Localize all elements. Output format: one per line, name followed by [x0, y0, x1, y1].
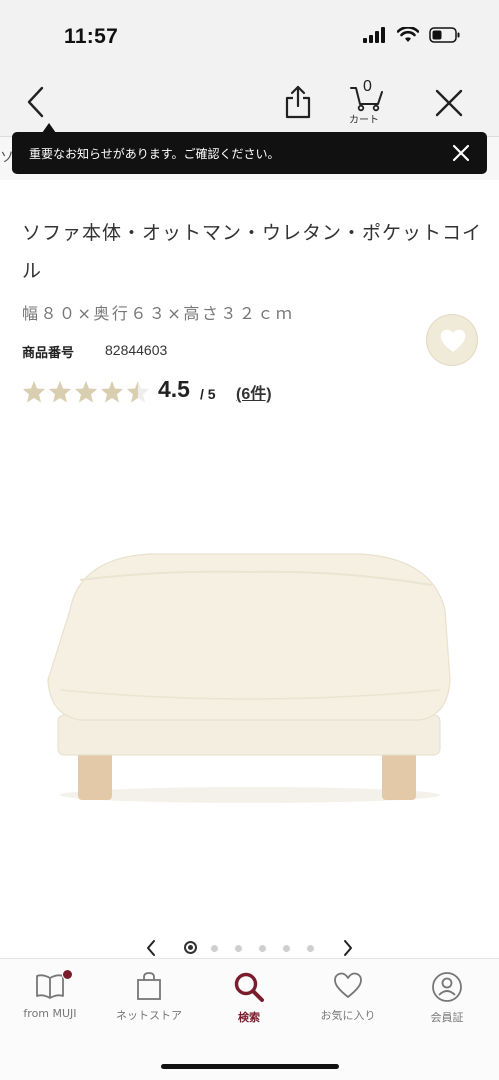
tab-label: お気に入り	[320, 1009, 376, 1022]
tab-from-muji[interactable]: from MUJI	[0, 969, 100, 1031]
star-icon	[23, 381, 45, 403]
close-icon	[435, 89, 463, 117]
home-indicator	[161, 1064, 339, 1069]
pager-dot[interactable]	[234, 945, 242, 952]
star-icon	[49, 381, 71, 403]
share-icon	[285, 85, 311, 119]
search-icon	[234, 972, 264, 1002]
heart-icon	[440, 329, 466, 352]
chevron-right-icon	[344, 940, 352, 956]
tab-favorites[interactable]: お気に入り	[298, 971, 398, 1031]
wifi-icon	[397, 27, 419, 42]
pager-next-button[interactable]	[340, 938, 356, 958]
favorite-button[interactable]	[426, 314, 478, 366]
battery-icon	[429, 27, 460, 43]
heart-icon	[334, 972, 362, 998]
chevron-left-icon	[147, 940, 155, 956]
close-button[interactable]	[432, 86, 466, 120]
chevron-left-icon	[27, 86, 44, 118]
product-title: ソファ本体・オットマン・ウレタン・ポケットコイル	[22, 222, 483, 282]
product-image[interactable]	[40, 540, 460, 810]
cart-icon	[350, 87, 383, 112]
member-icon	[432, 972, 462, 1002]
cellular-signal-icon	[363, 27, 385, 43]
product-size: 幅８０×奥行６３×高さ３２ｃｍ	[22, 304, 295, 323]
tab-label: from MUJI	[23, 1007, 77, 1020]
back-button[interactable]	[20, 84, 52, 120]
rating-value: 4.5	[158, 376, 190, 402]
pager-dot[interactable]	[258, 945, 266, 952]
notice-banner[interactable]: 重要なお知らせがあります。ご確認ください。	[12, 123, 487, 174]
cart-button[interactable]: 0 カート	[346, 78, 390, 128]
close-icon	[452, 144, 470, 162]
notification-badge	[62, 969, 73, 980]
notice-text: 重要なお知らせがあります。ご確認ください。	[29, 147, 280, 161]
rating-max: / 5	[200, 386, 216, 402]
status-time: 11:57	[64, 25, 119, 48]
notice-arrow	[42, 123, 56, 133]
rating-stars	[22, 380, 150, 403]
half-star-icon	[127, 381, 149, 403]
tab-net-store[interactable]: ネットストア	[99, 971, 199, 1031]
star-icon	[101, 381, 123, 403]
bag-icon	[137, 972, 161, 1000]
pager-dot[interactable]	[306, 945, 314, 952]
cart-label: カート	[349, 115, 379, 126]
status-bar: 11:57	[0, 0, 499, 70]
item-number: 82844603	[105, 342, 168, 358]
book-icon	[36, 974, 64, 999]
nav-bar: 0 カート	[0, 70, 499, 136]
star-icon	[75, 381, 97, 403]
tab-label: 会員証	[430, 1011, 464, 1024]
pager-dot[interactable]	[282, 945, 290, 952]
status-icons	[363, 27, 461, 43]
share-button[interactable]	[282, 84, 314, 120]
tab-label: ネットストア	[116, 1009, 182, 1022]
tab-search[interactable]: 検索	[199, 971, 299, 1031]
pager-dot[interactable]	[183, 941, 197, 954]
image-pager	[0, 936, 499, 960]
notice-close-button[interactable]	[451, 143, 471, 163]
tab-label: 検索	[238, 1011, 260, 1024]
tab-member-card[interactable]: 会員証	[397, 971, 497, 1031]
pager-prev-button[interactable]	[143, 938, 159, 958]
pager-dot[interactable]	[210, 945, 218, 952]
item-number-label: 商品番号	[22, 346, 75, 361]
bottom-tab-bar: from MUJI ネットストア 検索 お気に入り 会員証	[0, 958, 499, 1080]
review-count-link[interactable]: (6件)	[236, 380, 272, 404]
